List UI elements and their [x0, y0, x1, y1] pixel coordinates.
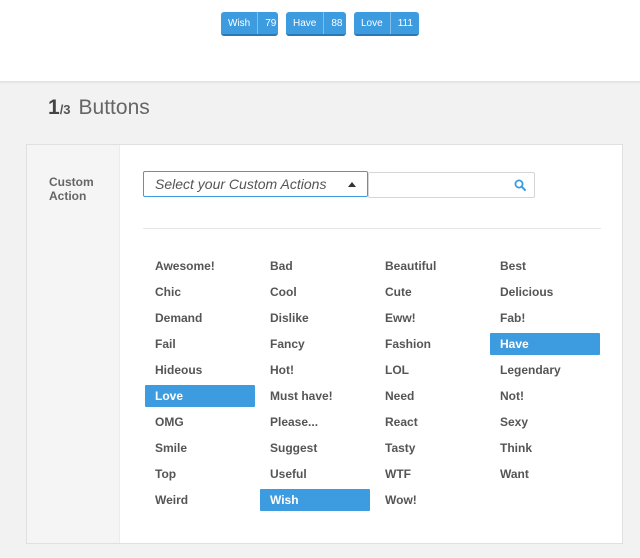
preview-button-label: Wish [228, 17, 251, 29]
option-bad[interactable]: Bad [260, 255, 370, 277]
option-cute[interactable]: Cute [375, 281, 485, 303]
option-wish[interactable]: Wish [260, 489, 370, 511]
option-need[interactable]: Need [375, 385, 485, 407]
option-please[interactable]: Please... [260, 411, 370, 433]
option-tasty[interactable]: Tasty [375, 437, 485, 459]
option-delicious[interactable]: Delicious [490, 281, 600, 303]
step-title: Buttons [78, 96, 150, 119]
caret-up-icon [348, 182, 356, 187]
option-not[interactable]: Not! [490, 385, 600, 407]
preview-button-count: 79 [257, 12, 283, 34]
custom-actions-select[interactable]: Select your Custom Actions [143, 171, 368, 197]
option-chic[interactable]: Chic [145, 281, 255, 303]
button-preview-bar: Wish 79 Have 88 Love 111 [0, 0, 640, 82]
step-total: /3 [59, 102, 71, 117]
option-eww[interactable]: Eww! [375, 307, 485, 329]
select-placeholder: Select your Custom Actions [155, 176, 327, 192]
preview-love-button[interactable]: Love 111 [354, 12, 419, 36]
option-dislike[interactable]: Dislike [260, 307, 370, 329]
label-line: Action [49, 189, 87, 203]
step-current: 1 [48, 96, 60, 119]
option-hot[interactable]: Hot! [260, 359, 370, 381]
option-legendary[interactable]: Legendary [490, 359, 600, 381]
custom-action-label: Custom Action [49, 175, 109, 203]
search-input[interactable] [373, 174, 517, 198]
option-awesome[interactable]: Awesome! [145, 255, 255, 277]
option-sexy[interactable]: Sexy [490, 411, 600, 433]
option-want[interactable]: Want [490, 463, 600, 485]
option-fab[interactable]: Fab! [490, 307, 600, 329]
custom-action-panel: Custom Action Select your Custom Actions… [26, 144, 623, 544]
option-lol[interactable]: LOL [375, 359, 485, 381]
option-wtf[interactable]: WTF [375, 463, 485, 485]
option-react[interactable]: React [375, 411, 485, 433]
option-hideous[interactable]: Hideous [145, 359, 255, 381]
option-have[interactable]: Have [490, 333, 600, 355]
option-useful[interactable]: Useful [260, 463, 370, 485]
option-love[interactable]: Love [145, 385, 255, 407]
divider [143, 228, 601, 229]
preview-have-button[interactable]: Have 88 [286, 12, 346, 36]
option-weird[interactable]: Weird [145, 489, 255, 511]
search-icon[interactable] [514, 179, 526, 191]
option-omg[interactable]: OMG [145, 411, 255, 433]
panel-sidebar: Custom Action [27, 145, 120, 543]
option-beautiful[interactable]: Beautiful [375, 255, 485, 277]
preview-button-label: Have [293, 17, 317, 29]
option-fail[interactable]: Fail [145, 333, 255, 355]
preview-wish-button[interactable]: Wish 79 [221, 12, 278, 36]
option-fancy[interactable]: Fancy [260, 333, 370, 355]
preview-button-label: Love [361, 17, 383, 29]
action-search-box[interactable] [368, 172, 535, 198]
label-line: Custom [49, 175, 94, 189]
option-wow[interactable]: Wow! [375, 489, 485, 511]
preview-button-count: 111 [389, 12, 420, 34]
option-fashion[interactable]: Fashion [375, 333, 485, 355]
option-smile[interactable]: Smile [145, 437, 255, 459]
preview-button-count: 88 [323, 12, 349, 34]
option-top[interactable]: Top [145, 463, 255, 485]
option-best[interactable]: Best [490, 255, 600, 277]
option-think[interactable]: Think [490, 437, 600, 459]
option-demand[interactable]: Demand [145, 307, 255, 329]
option-must-have[interactable]: Must have! [260, 385, 370, 407]
option-suggest[interactable]: Suggest [260, 437, 370, 459]
option-cool[interactable]: Cool [260, 281, 370, 303]
preview-buttons: Wish 79 Have 88 Love 111 [221, 12, 419, 36]
step-heading: 1 /3 Buttons [48, 96, 150, 120]
